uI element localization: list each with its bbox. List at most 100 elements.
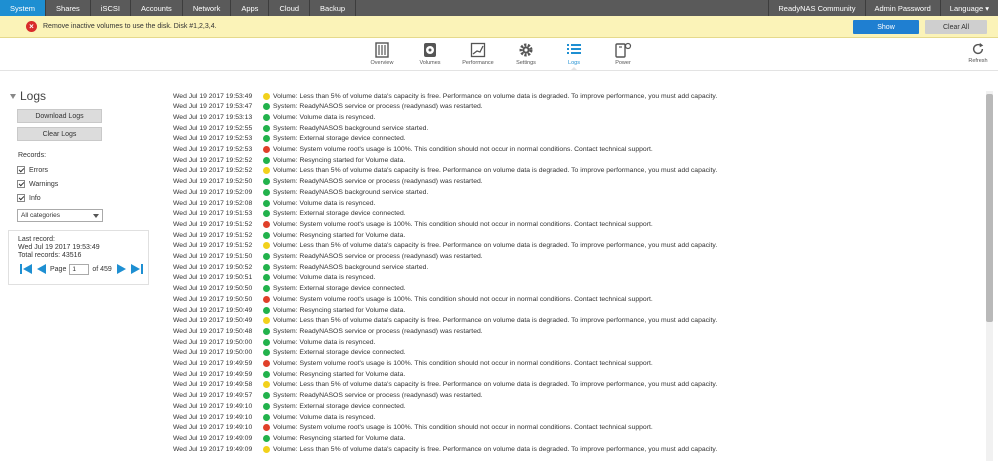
log-message: System: External storage device connecte… — [273, 285, 406, 293]
status-dot-info-icon — [263, 327, 270, 335]
last-page-icon[interactable] — [130, 263, 144, 275]
toolbar-refresh[interactable]: Refresh — [958, 42, 998, 64]
log-message: Volume: Resyncing started for Volume dat… — [273, 231, 406, 239]
refresh-icon — [972, 42, 984, 55]
show-button[interactable]: Show — [853, 20, 919, 34]
status-dot-warning-icon — [263, 317, 270, 325]
tab-shares[interactable]: Shares — [46, 0, 91, 16]
toolbar-overview[interactable]: Overview — [362, 42, 402, 66]
log-timestamp: Wed Jul 19 2017 19:52:52 — [173, 167, 253, 175]
log-row: Wed Jul 19 2017 19:51:52 Volume: Less tha… — [173, 241, 717, 251]
tab-iscsi[interactable]: iSCSI — [91, 0, 131, 16]
log-row: Wed Jul 19 2017 19:50:52 System: ReadyNAS… — [173, 262, 428, 272]
log-message: Volume: Volume data is resynced. — [273, 338, 376, 346]
errors-checkbox[interactable]: Errors — [17, 166, 48, 174]
checkbox-checked-icon[interactable] — [17, 180, 25, 188]
status-dot-info-icon — [263, 135, 270, 143]
log-message: Volume: System volume root's usage is 10… — [273, 424, 653, 432]
log-message: System: ReadyNASOS service or process (r… — [273, 103, 483, 111]
status-dot-error-icon — [263, 220, 270, 228]
admin-password-link[interactable]: Admin Password — [864, 0, 940, 16]
log-row: Wed Jul 19 2017 19:51:50 System: ReadyNAS… — [173, 252, 483, 262]
alert-message: Remove inactive volumes to use the disk.… — [43, 23, 217, 30]
gear-icon — [519, 43, 533, 57]
overview-icon — [375, 42, 389, 58]
log-message: System: ReadyNASOS service or process (r… — [273, 253, 483, 260]
status-dot-error-icon — [263, 424, 270, 432]
warnings-checkbox-label: Warnings — [29, 180, 59, 188]
record-stats-box: Last record: Wed Jul 19 2017 19:53:49 To… — [8, 230, 149, 285]
tab-accounts[interactable]: Accounts — [131, 0, 183, 16]
log-row: Wed Jul 19 2017 19:50:48 System: ReadyNAS… — [173, 326, 483, 336]
tab-network[interactable]: Network — [183, 0, 232, 16]
page-number-input[interactable]: 1 — [69, 263, 90, 275]
toolbar-volumes[interactable]: Volumes — [410, 42, 450, 66]
logs-panel-header[interactable]: Logs — [10, 89, 46, 103]
info-checkbox-label: Info — [29, 194, 41, 202]
log-timestamp: Wed Jul 19 2017 19:50:49 — [173, 306, 253, 314]
log-message: Volume: System volume root's usage is 10… — [273, 220, 653, 228]
log-row: Wed Jul 19 2017 19:50:50 System: External… — [173, 284, 406, 294]
pagination: Page 1 of 459 — [19, 263, 144, 275]
collapse-triangle-icon[interactable] — [10, 93, 16, 99]
log-row: Wed Jul 19 2017 19:49:58 Volume: Less tha… — [173, 380, 717, 390]
log-message: Volume: Volume data is resynced. — [273, 199, 376, 207]
tab-cloud[interactable]: Cloud — [269, 0, 311, 16]
log-timestamp: Wed Jul 19 2017 19:50:48 — [173, 327, 253, 335]
language-menu[interactable]: Language ▾ — [939, 0, 998, 16]
checkbox-checked-icon[interactable] — [17, 194, 25, 202]
status-dot-info-icon — [263, 306, 270, 314]
log-timestamp: Wed Jul 19 2017 19:51:52 — [173, 231, 253, 239]
checkbox-checked-icon[interactable] — [17, 166, 25, 174]
scrollbar-thumb[interactable] — [986, 94, 993, 322]
first-page-icon[interactable] — [19, 263, 33, 275]
log-message: Volume: Less than 5% of volume data's ca… — [273, 445, 718, 453]
toolbar-power[interactable]: Power — [603, 42, 643, 66]
next-page-icon[interactable] — [116, 263, 128, 275]
status-dot-info-icon — [263, 370, 270, 378]
log-row: Wed Jul 19 2017 19:49:10 Volume: Volume d… — [173, 412, 375, 422]
log-row: Wed Jul 19 2017 19:49:10 Volume: System v… — [173, 423, 653, 433]
toolbar-performance[interactable]: Performance — [458, 42, 498, 66]
toolbar-performance-label: Performance — [462, 60, 494, 66]
readynas-community-link[interactable]: ReadyNAS Community — [768, 0, 864, 16]
status-dot-warning-icon — [263, 92, 270, 100]
log-message: Volume: Less than 5% of volume data's ca… — [273, 381, 718, 389]
log-timestamp: Wed Jul 19 2017 19:49:59 — [173, 360, 253, 367]
log-message: Volume: Resyncing started for Volume dat… — [273, 306, 406, 314]
records-label: Records: — [18, 152, 47, 159]
volumes-icon — [424, 43, 436, 57]
download-logs-button[interactable]: Download Logs — [17, 109, 102, 123]
log-row: Wed Jul 19 2017 19:49:09 Volume: Resyncin… — [173, 433, 405, 443]
status-dot-info-icon — [263, 285, 270, 293]
tab-backup[interactable]: Backup — [310, 0, 357, 16]
clear-all-button[interactable]: Clear All — [925, 20, 987, 34]
toolbar-overview-label: Overview — [370, 60, 394, 66]
log-message: Volume: Less than 5% of volume data's ca… — [273, 242, 718, 250]
status-dot-info-icon — [263, 113, 270, 121]
status-dot-info-icon — [263, 413, 270, 421]
log-message: Volume: Volume data is resynced. — [273, 113, 376, 121]
tab-apps[interactable]: Apps — [231, 0, 270, 16]
log-row: Wed Jul 19 2017 19:50:49 Volume: Resyncin… — [173, 305, 405, 315]
log-row: Wed Jul 19 2017 19:52:50 System: ReadyNAS… — [173, 177, 483, 187]
performance-icon — [470, 42, 486, 58]
clear-logs-button[interactable]: Clear Logs — [17, 127, 102, 141]
info-checkbox[interactable]: Info — [17, 194, 41, 202]
toolbar-settings[interactable]: Settings — [506, 42, 546, 66]
warnings-checkbox[interactable]: Warnings — [17, 180, 58, 188]
category-select[interactable]: All categories — [17, 209, 103, 222]
status-dot-info-icon — [263, 434, 270, 442]
tab-system[interactable]: System — [0, 0, 47, 16]
status-dot-error-icon — [263, 360, 270, 367]
status-dot-info-icon — [263, 349, 270, 357]
log-timestamp: Wed Jul 19 2017 19:52:08 — [173, 199, 253, 207]
toolbar-logs[interactable]: Logs — [554, 42, 594, 71]
previous-page-icon[interactable] — [35, 263, 47, 275]
log-row: Wed Jul 19 2017 19:50:00 Volume: Volume d… — [173, 337, 375, 347]
status-dot-warning-icon — [263, 167, 270, 175]
log-timestamp: Wed Jul 19 2017 19:51:53 — [173, 210, 253, 218]
log-message: System: External storage device connecte… — [273, 402, 406, 410]
log-row: Wed Jul 19 2017 19:50:50 Volume: System v… — [173, 294, 653, 304]
